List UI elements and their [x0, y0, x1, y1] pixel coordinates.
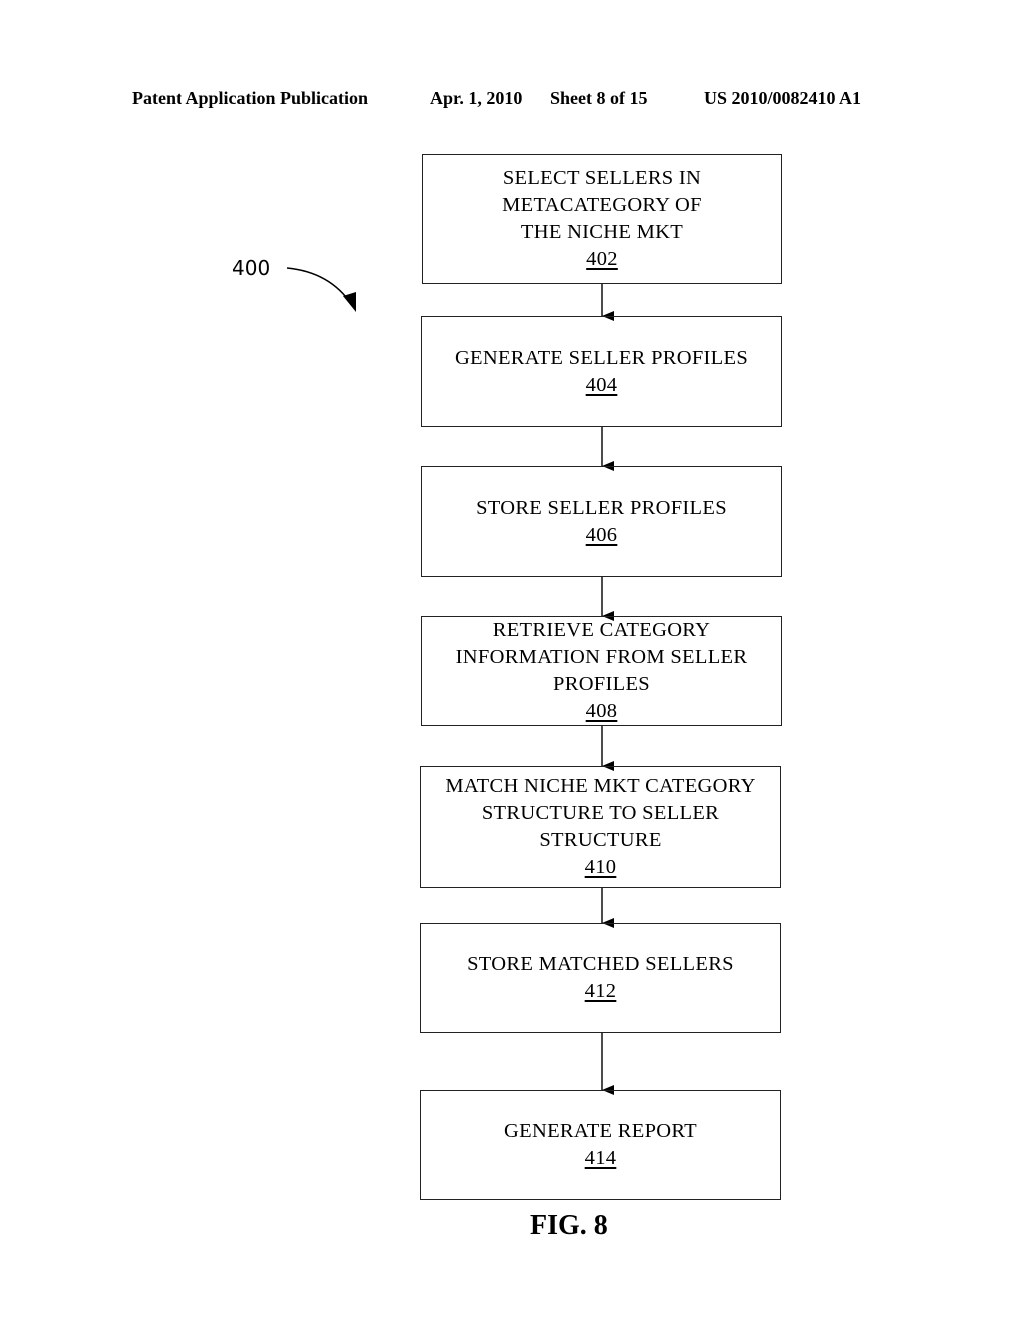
- step-text-line: THE NICHE MKT: [520, 221, 684, 243]
- step-reference-number: 408: [585, 700, 618, 722]
- reference-pointer-arrow: [286, 267, 353, 306]
- step-text-line: STRUCTURE: [539, 829, 662, 851]
- publication-type: Patent Application Publication: [132, 88, 369, 108]
- step-reference-number: 404: [585, 373, 618, 396]
- step-reference-number: 412: [584, 980, 617, 1002]
- step-text-line: MATCH NICHE MKT CATEGORY: [445, 775, 756, 797]
- process-step-402: SELECT SELLERS IN METACATEGORY OF THE NICH…: [422, 154, 782, 284]
- step-text-line: GENERATE REPORT: [504, 1120, 697, 1142]
- process-step-406: STORE SELLER PROFILES 406: [421, 466, 782, 577]
- step-text-line: GENERATE SELLER PROFILES: [454, 346, 749, 369]
- process-step-412: STORE MATCHED SELLERS 412: [420, 923, 781, 1033]
- sheet-number: Sheet 8 of 15: [550, 88, 648, 108]
- publication-date: Apr. 1, 2010: [430, 88, 523, 108]
- step-text-line: INFORMATION FROM SELLER: [455, 646, 748, 668]
- step-text-line: METACATEGORY OF: [502, 194, 702, 216]
- step-text-line: STORE SELLER PROFILES: [476, 496, 727, 519]
- step-text-line: STRUCTURE TO SELLER: [481, 802, 720, 824]
- step-reference-number: 414: [584, 1147, 617, 1169]
- step-reference-number: 410: [584, 856, 617, 878]
- step-reference-number: 406: [585, 523, 618, 546]
- step-reference-number: 402: [586, 248, 618, 270]
- process-step-408: RETRIEVE CATEGORY INFORMATION FROM SELLER…: [421, 616, 782, 726]
- patent-number: US 2010/0082410 A1: [704, 88, 862, 108]
- process-step-414: GENERATE REPORT 414: [420, 1090, 781, 1200]
- diagram-reference-label: 400: [232, 256, 271, 280]
- process-step-404: GENERATE SELLER PROFILES 404: [421, 316, 782, 427]
- step-text-line: SELECT SELLERS IN: [502, 167, 702, 189]
- process-step-410: MATCH NICHE MKT CATEGORY STRUCTURE TO SEL…: [420, 766, 781, 888]
- figure-label: FIG. 8: [530, 1210, 608, 1241]
- step-text-line: RETRIEVE CATEGORY: [492, 619, 711, 641]
- step-text-line: PROFILES: [553, 673, 650, 695]
- step-text-line: STORE MATCHED SELLERS: [467, 953, 734, 975]
